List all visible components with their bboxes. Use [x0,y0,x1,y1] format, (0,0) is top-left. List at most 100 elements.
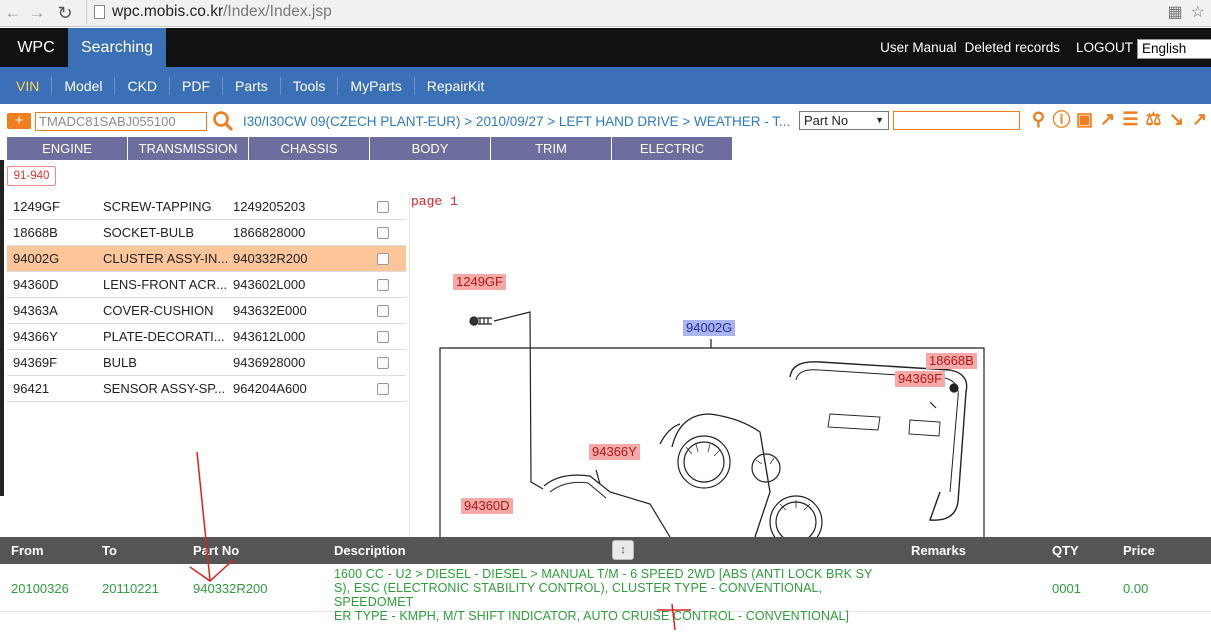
resize-handle-icon[interactable]: ↕ [612,540,634,560]
table-row[interactable]: 20100326 20110221 940332R200 1600 CC - U… [0,564,1211,623]
main-menu: VIN Model CKD PDF Parts Tools MyParts Re… [0,67,1211,104]
list-item[interactable]: 96421 SENSOR ASSY-SP... 964204A600 [7,376,406,402]
url-path: /Index/Index.jsp [223,3,332,20]
tab-body[interactable]: BODY [370,137,490,160]
row-part-no: 940332R200 [193,581,268,596]
col-price[interactable]: Price [1123,543,1155,558]
part-checkbox[interactable] [377,357,389,369]
parts-diagram[interactable]: page 1 1249GF 94002G 18668B 94369F 94366… [410,192,1211,537]
part-name: BULB [103,355,137,370]
part-checkbox[interactable] [377,253,389,265]
detail-table: From To Part No Description ↕ Remarks QT… [0,537,1211,623]
part-ref: 1249GF [13,199,60,214]
parts-list: 1249GF SCREW-TAPPING 1249205203 18668B S… [7,194,406,402]
part-ref: 96421 [13,381,50,396]
deleted-records-link[interactable]: Deleted records [965,40,1060,55]
callout-94002g[interactable]: 94002G [683,320,736,336]
list-item[interactable]: 94360D LENS-FRONT ACR... 943602L000 [7,272,406,298]
address-bar[interactable]: wpc.mobis.co.kr/Index/Index.jsp [86,0,332,24]
part-ref: 94363A [13,303,58,318]
part-ref: 94002G [13,251,60,266]
tab-trim[interactable]: TRIM [491,137,611,160]
col-description[interactable]: Description [334,543,406,558]
callout-18668b[interactable]: 18668B [926,353,977,369]
translate-icon[interactable]: ▦ [1168,2,1183,22]
part-no-input[interactable] [893,111,1020,130]
logout-link[interactable]: LOGOUT [1076,40,1133,55]
dropdown-arrow-icon: ▼ [875,115,884,125]
info-icon[interactable]: ⓘ [1051,108,1072,130]
bookmark-star-icon[interactable]: ☆ [1191,2,1205,22]
searching-tab[interactable]: Searching [68,28,166,67]
tab-electric[interactable]: ELECTRIC [612,137,732,160]
part-ref: 94360D [13,277,59,292]
back-arrow-icon[interactable]: ← [2,2,24,24]
menu-repairkit[interactable]: RepairKit [415,77,497,95]
menu-vin[interactable]: VIN [4,76,53,95]
menu-parts[interactable]: Parts [223,76,281,95]
part-checkbox[interactable] [377,279,389,291]
menu-model[interactable]: Model [52,76,116,95]
list-item[interactable]: 94363A COVER-CUSHION 943632E000 [7,298,406,324]
search-icon[interactable] [212,110,234,132]
col-qty[interactable]: QTY [1052,543,1079,558]
menu-pdf[interactable]: PDF [170,76,224,95]
category-tabs: ENGINE TRANSMISSION CHASSIS BODY TRIM EL… [7,137,732,160]
part-checkbox[interactable] [377,305,389,317]
part-checkbox[interactable] [377,331,389,343]
part-name: SCREW-TAPPING [103,199,212,214]
reload-icon[interactable]: ↻ [54,2,76,24]
callout-94360d[interactable]: 94360D [461,498,513,514]
list-item[interactable]: 94366Y PLATE-DECORATI... 943612L000 [7,324,406,350]
lock-icon[interactable]: ▣ [1074,108,1095,130]
row-price: 0.00 [1123,581,1149,596]
menu-tools[interactable]: Tools [281,76,339,95]
row-description: 1600 CC - U2 > DIESEL - DIESEL > MANUAL … [334,567,904,623]
language-select[interactable]: English [1137,39,1211,59]
callout-94366y[interactable]: 94366Y [589,444,640,460]
user-manual-link[interactable]: User Manual [880,40,957,55]
part-number: 1866828000 [233,225,306,240]
part-number: 1249205203 [233,199,306,214]
part-name: SOCKET-BULB [103,225,195,240]
wpc-tab[interactable]: WPC [5,28,67,67]
tab-chassis[interactable]: CHASSIS [249,137,369,160]
col-to[interactable]: To [102,543,117,558]
callout-94369f[interactable]: 94369F [895,371,946,387]
col-from[interactable]: From [11,543,44,558]
tab-engine[interactable]: ENGINE [7,137,127,160]
part-number: 943602L000 [233,277,306,292]
part-checkbox[interactable] [377,201,389,213]
forward-arrow-icon[interactable]: → [26,2,48,24]
part-name: SENSOR ASSY-SP... [103,381,226,396]
part-checkbox[interactable] [377,227,389,239]
vehicle-breadcrumb[interactable]: I30/I30CW 09(CZECH PLANT-EUR) > 2010/09/… [243,114,793,129]
list-item[interactable]: 18668B SOCKET-BULB 1866828000 [7,220,406,246]
menu-myparts[interactable]: MyParts [338,76,415,95]
list-item-selected[interactable]: 94002G CLUSTER ASSY-IN... 940332R200 [7,246,406,272]
tab-transmission[interactable]: TRANSMISSION [128,137,248,160]
list-item[interactable]: 94369F BULB 9436928000 [7,350,406,376]
col-remarks[interactable]: Remarks [911,543,966,558]
part-ref: 94369F [13,355,58,370]
part-name: CLUSTER ASSY-IN... [103,251,228,266]
menu-ckd[interactable]: CKD [115,76,171,95]
list-item[interactable]: 1249GF SCREW-TAPPING 1249205203 [7,194,406,220]
search-type-select[interactable]: Part No ▼ [799,111,889,130]
vin-input[interactable] [35,112,207,131]
col-part-no[interactable]: Part No [193,543,239,558]
callout-1249gf[interactable]: 1249GF [453,274,506,290]
part-checkbox[interactable] [377,383,389,395]
export-icon[interactable]: ↗ [1097,108,1118,130]
collapse-icon[interactable]: ↘ [1166,108,1187,130]
list-icon[interactable]: ☰ [1120,108,1141,130]
search-icon[interactable]: ⚲ [1028,108,1049,130]
part-number: 964204A600 [233,381,307,396]
row-from: 20100326 [11,581,69,596]
add-button[interactable]: + [7,113,31,129]
expand-icon[interactable]: ↗ [1189,108,1210,130]
group-code-badge[interactable]: 91-940 [7,166,56,186]
exploded-view-drawing [439,311,985,537]
row-to: 20110221 [102,581,159,596]
scale-icon[interactable]: ⚖ [1143,108,1164,130]
